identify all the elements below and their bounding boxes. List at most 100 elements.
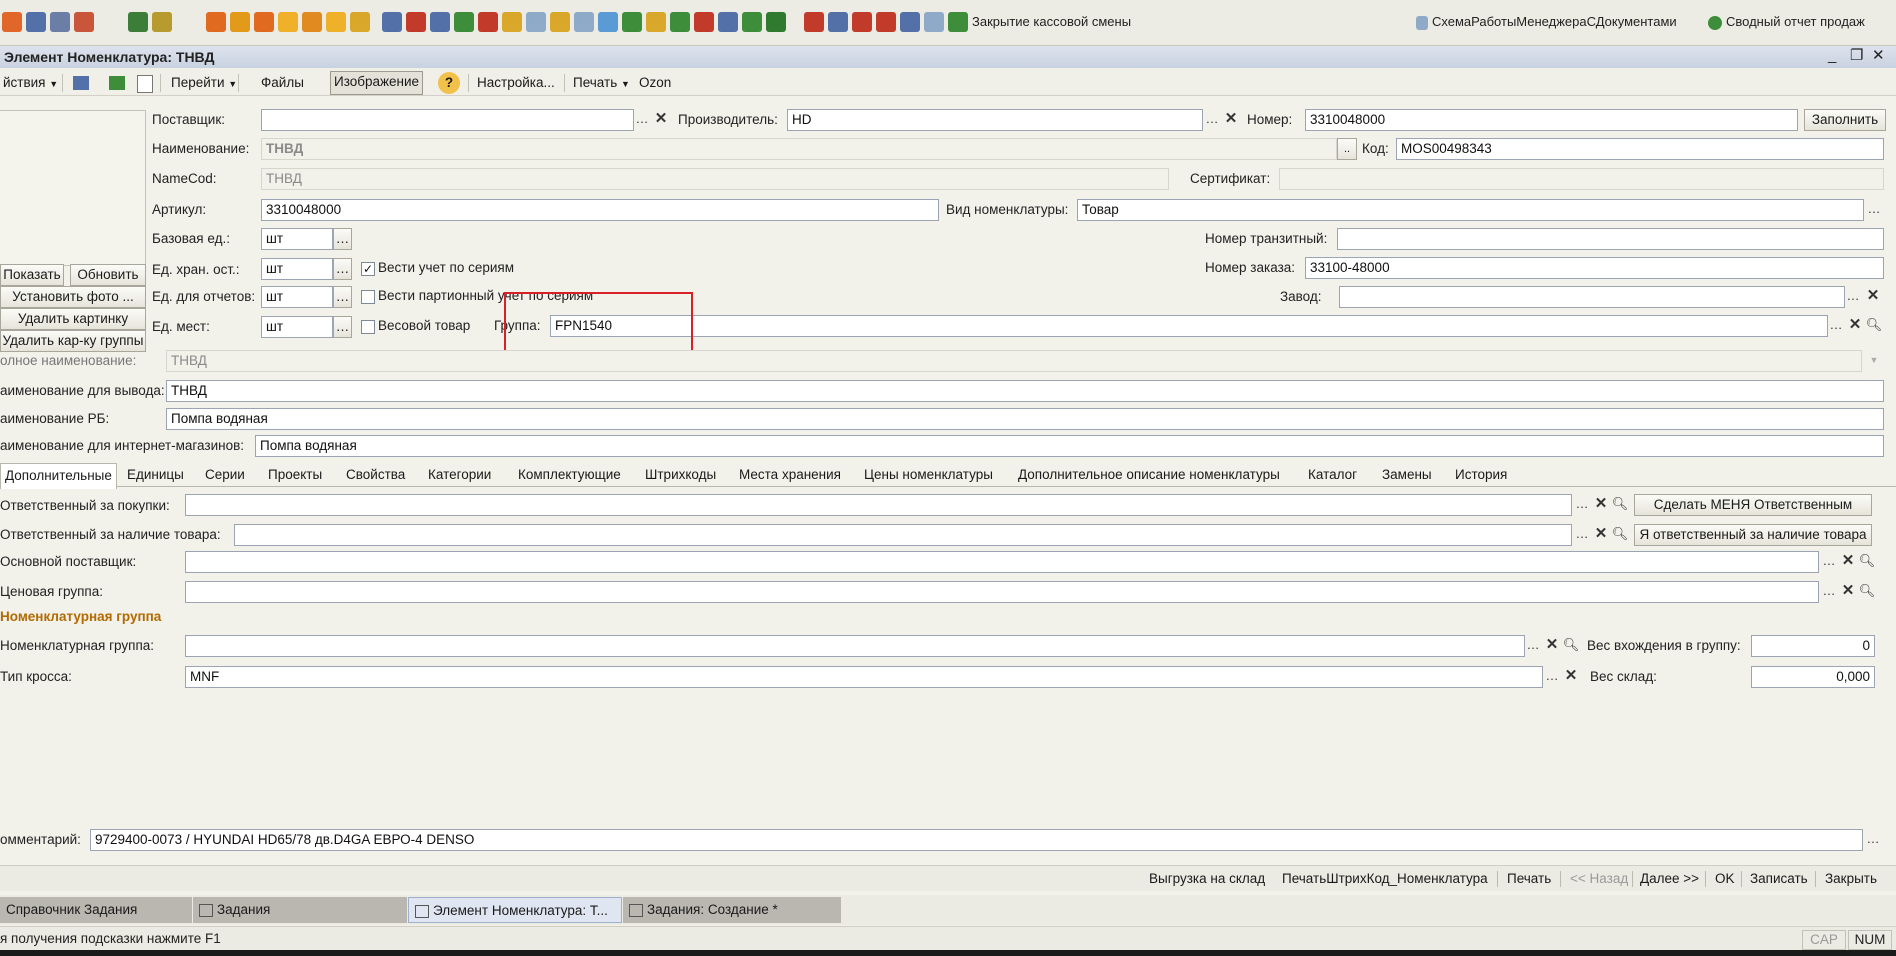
toolbar-icon[interactable] bbox=[876, 12, 896, 32]
report-unit-select-button[interactable]: … bbox=[333, 286, 352, 308]
tab-prices[interactable]: Цены номенклатуры bbox=[860, 463, 997, 487]
toolbar-icon[interactable] bbox=[622, 12, 642, 32]
series-checkbox[interactable]: ✓ bbox=[361, 262, 375, 276]
toolbar-icon[interactable] bbox=[302, 12, 322, 32]
factory-select-button[interactable]: … bbox=[1843, 287, 1863, 307]
cross-type-clear-icon[interactable]: ✕ bbox=[1561, 667, 1581, 687]
base-unit-select-button[interactable]: … bbox=[333, 228, 352, 250]
make-me-responsible-button[interactable]: Сделать МЕНЯ Ответственным bbox=[1634, 494, 1872, 516]
delete-group-image-button[interactable]: Удалить кар-ку группы bbox=[0, 330, 146, 352]
toolbar-icon[interactable] bbox=[502, 12, 522, 32]
print-barcode-button[interactable]: ПечатьШтрихКод_Номенклатура bbox=[1282, 869, 1488, 889]
set-photo-button[interactable]: Установить фото ... bbox=[0, 286, 146, 308]
print-button[interactable]: Печать bbox=[1507, 869, 1551, 889]
nomenclature-group-select-button[interactable]: … bbox=[1523, 636, 1543, 656]
toolbar-icon[interactable] bbox=[900, 12, 920, 32]
nomenclature-group-clear-icon[interactable]: ✕ bbox=[1542, 636, 1562, 656]
minimize-button[interactable]: _ bbox=[1828, 47, 1836, 65]
tab-additional[interactable]: Дополнительные bbox=[0, 463, 117, 489]
name-field[interactable]: ТНВД bbox=[261, 138, 1337, 160]
toolbar-icon[interactable] bbox=[350, 12, 370, 32]
task-directory-tasks[interactable]: Справочник Задания bbox=[0, 897, 192, 923]
place-unit-select-button[interactable]: … bbox=[333, 316, 352, 338]
save-and-close-icon[interactable] bbox=[70, 73, 98, 93]
toolbar-icon[interactable] bbox=[254, 12, 274, 32]
manufacturer-select-button[interactable]: … bbox=[1202, 110, 1222, 130]
task-tasks[interactable]: Задания bbox=[193, 897, 407, 923]
group-select-button[interactable]: … bbox=[1826, 316, 1846, 336]
help-icon[interactable]: ? bbox=[438, 72, 460, 94]
nomenclature-kind-select-button[interactable]: … bbox=[1864, 200, 1884, 220]
nomenclature-group-field[interactable] bbox=[185, 635, 1525, 657]
name-select-button[interactable]: .. bbox=[1337, 138, 1357, 160]
base-unit-field[interactable]: шт bbox=[261, 228, 333, 250]
task-tasks-create[interactable]: Задания: Создание * bbox=[623, 897, 841, 923]
number-field[interactable]: 3310048000 bbox=[1305, 109, 1798, 131]
toolbar-icon[interactable] bbox=[924, 12, 944, 32]
task-nomenclature-element[interactable]: Элемент Номенклатура: Т... bbox=[408, 897, 622, 923]
cross-type-field[interactable]: MNF bbox=[185, 666, 1543, 688]
nomenclature-group-search-icon[interactable]: 🔍︎ bbox=[1561, 636, 1581, 656]
namecod-field[interactable]: ТНВД bbox=[261, 168, 1169, 190]
print-menu[interactable]: Печать ▼ bbox=[570, 73, 633, 93]
group-clear-icon[interactable]: ✕ bbox=[1845, 316, 1865, 336]
fill-button[interactable]: Заполнить bbox=[1804, 109, 1886, 131]
tab-categories[interactable]: Категории bbox=[424, 463, 495, 487]
buyer-clear-icon[interactable]: ✕ bbox=[1591, 495, 1611, 515]
restore-button[interactable]: ❐ bbox=[1850, 47, 1863, 65]
stock-responsible-clear-icon[interactable]: ✕ bbox=[1591, 525, 1611, 545]
toolbar-icon[interactable] bbox=[50, 12, 70, 32]
manufacturer-clear-icon[interactable]: ✕ bbox=[1221, 110, 1241, 130]
toolbar-icon[interactable] bbox=[742, 12, 762, 32]
place-unit-field[interactable]: шт bbox=[261, 316, 333, 338]
stock-weight-field[interactable]: 0,000 bbox=[1751, 666, 1875, 688]
factory-field[interactable] bbox=[1339, 286, 1845, 308]
stock-responsible-field[interactable] bbox=[234, 524, 1572, 546]
factory-clear-icon[interactable]: ✕ bbox=[1863, 287, 1883, 307]
tab-projects[interactable]: Проекты bbox=[264, 463, 326, 487]
toolbar-icon[interactable] bbox=[230, 12, 250, 32]
delete-image-button[interactable]: Удалить картинку bbox=[0, 308, 146, 330]
tab-components[interactable]: Комплектующие bbox=[514, 463, 625, 487]
toolbar-icon[interactable] bbox=[2, 12, 22, 32]
show-image-button[interactable]: Показать bbox=[0, 264, 64, 286]
group-search-icon[interactable]: 🔍︎ bbox=[1864, 316, 1884, 336]
article-field[interactable]: 3310048000 bbox=[261, 199, 939, 221]
tab-series[interactable]: Серии bbox=[201, 463, 249, 487]
certificate-field[interactable] bbox=[1279, 168, 1884, 190]
actions-menu[interactable]: йствия ▼ bbox=[0, 73, 61, 93]
tab-extra-description[interactable]: Дополнительное описание номенклатуры bbox=[1014, 463, 1284, 487]
toolbar-link-sales-report[interactable]: Сводный отчет продаж bbox=[1726, 13, 1865, 31]
toolbar-icon[interactable] bbox=[478, 12, 498, 32]
toolbar-icon[interactable] bbox=[670, 12, 690, 32]
tab-barcodes[interactable]: Штрихкоды bbox=[641, 463, 720, 487]
toolbar-icon[interactable] bbox=[74, 12, 94, 32]
toolbar-icon[interactable] bbox=[382, 12, 402, 32]
main-supplier-search-icon[interactable]: 🔍︎ bbox=[1857, 552, 1877, 572]
toolbar-icon[interactable] bbox=[766, 12, 786, 32]
goto-menu[interactable]: Перейти ▼ bbox=[168, 73, 240, 93]
files-button[interactable]: Файлы bbox=[258, 73, 307, 93]
settings-button[interactable]: Настройка... bbox=[474, 73, 558, 93]
stock-responsible-search-icon[interactable]: 🔍︎ bbox=[1610, 525, 1630, 545]
group-field[interactable]: FPN1540 bbox=[550, 315, 1828, 337]
report-unit-field[interactable]: шт bbox=[261, 286, 333, 308]
batch-checkbox[interactable] bbox=[361, 290, 375, 304]
toolbar-icon[interactable] bbox=[598, 12, 618, 32]
toolbar-icon[interactable] bbox=[828, 12, 848, 32]
toolbar-icon[interactable] bbox=[454, 12, 474, 32]
tab-units[interactable]: Единицы bbox=[123, 463, 188, 487]
next-button[interactable]: Далее >> bbox=[1640, 869, 1699, 889]
tab-storage-places[interactable]: Места хранения bbox=[735, 463, 845, 487]
tab-catalog[interactable]: Каталог bbox=[1304, 463, 1361, 487]
toolbar-icon[interactable] bbox=[326, 12, 346, 32]
toolbar-icon[interactable] bbox=[804, 12, 824, 32]
close-button[interactable]: Закрыть bbox=[1825, 869, 1877, 889]
toolbar-icon[interactable] bbox=[550, 12, 570, 32]
tab-history[interactable]: История bbox=[1451, 463, 1511, 487]
toolbar-icon[interactable] bbox=[152, 12, 172, 32]
toolbar-icon[interactable] bbox=[718, 12, 738, 32]
image-button[interactable]: Изображение bbox=[330, 71, 424, 95]
code-field[interactable]: MOS00498343 bbox=[1396, 138, 1884, 160]
supplier-select-button[interactable]: … bbox=[632, 110, 652, 130]
